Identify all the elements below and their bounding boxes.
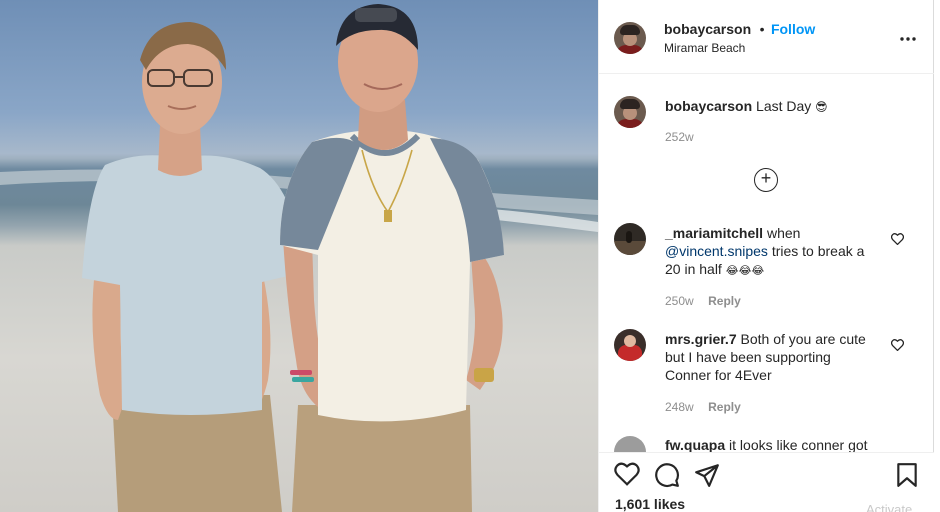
likes-count[interactable]: 1,601 likes	[615, 496, 685, 512]
comment-username[interactable]: _mariamitchell	[665, 225, 763, 241]
reply-button[interactable]: Reply	[708, 294, 741, 308]
commenter-avatar[interactable]	[614, 223, 646, 255]
bookmark-icon[interactable]	[895, 462, 919, 493]
plus-circle-icon[interactable]: +	[754, 168, 778, 192]
comment-body: _mariamitchell when @vincent.snipes trie…	[665, 224, 880, 280]
reply-button[interactable]: Reply	[708, 400, 741, 414]
author-username[interactable]: bobaycarson	[664, 21, 751, 37]
caption-text: Last Day	[756, 98, 812, 114]
comment-text: it looks like conner got	[729, 437, 868, 452]
os-activation-watermark: Activate	[866, 502, 913, 512]
author-line: bobaycarson • Follow	[664, 21, 815, 39]
comment-row-partial: fw.quapa it looks like conner got	[598, 430, 934, 452]
post-photo[interactable]	[0, 0, 598, 512]
comment-like-icon[interactable]	[890, 232, 905, 250]
caption-timestamp[interactable]: 252w	[665, 130, 694, 144]
comment-meta: 250w Reply	[665, 292, 741, 310]
comment-timestamp[interactable]: 250w	[665, 294, 694, 308]
comment-mention[interactable]: @vincent.snipes	[665, 243, 768, 259]
comment-emojis: 😂😂😂	[725, 265, 765, 277]
commenter-avatar[interactable]	[614, 436, 646, 452]
caption-avatar[interactable]	[614, 96, 646, 128]
comment-like-icon[interactable]	[890, 338, 905, 356]
more-options-icon[interactable]	[900, 26, 916, 47]
comment-body: mrs.grier.7 Both of you are cute but I h…	[665, 330, 870, 384]
caption: bobaycarson Last Day 😎	[665, 97, 828, 116]
comment-timestamp[interactable]: 248w	[665, 400, 694, 414]
caption-emoji: 😎	[815, 100, 828, 114]
paper-plane-icon[interactable]	[694, 462, 720, 493]
comment-meta: 248w Reply	[665, 398, 741, 416]
heart-icon[interactable]	[614, 462, 640, 491]
comment-body: fw.quapa it looks like conner got	[665, 436, 868, 452]
location-link[interactable]: Miramar Beach	[664, 41, 745, 55]
follow-button[interactable]: Follow	[771, 21, 815, 37]
comment-icon[interactable]	[654, 462, 680, 493]
comment-text: when	[766, 225, 801, 241]
commenter-avatar[interactable]	[614, 329, 646, 361]
caption-username[interactable]: bobaycarson	[665, 98, 752, 114]
comment-username[interactable]: fw.quapa	[665, 437, 725, 452]
comment-username[interactable]: mrs.grier.7	[665, 331, 737, 347]
photo-illustration	[0, 4, 598, 512]
author-avatar[interactable]	[614, 22, 646, 54]
separator-dot: •	[759, 21, 765, 37]
